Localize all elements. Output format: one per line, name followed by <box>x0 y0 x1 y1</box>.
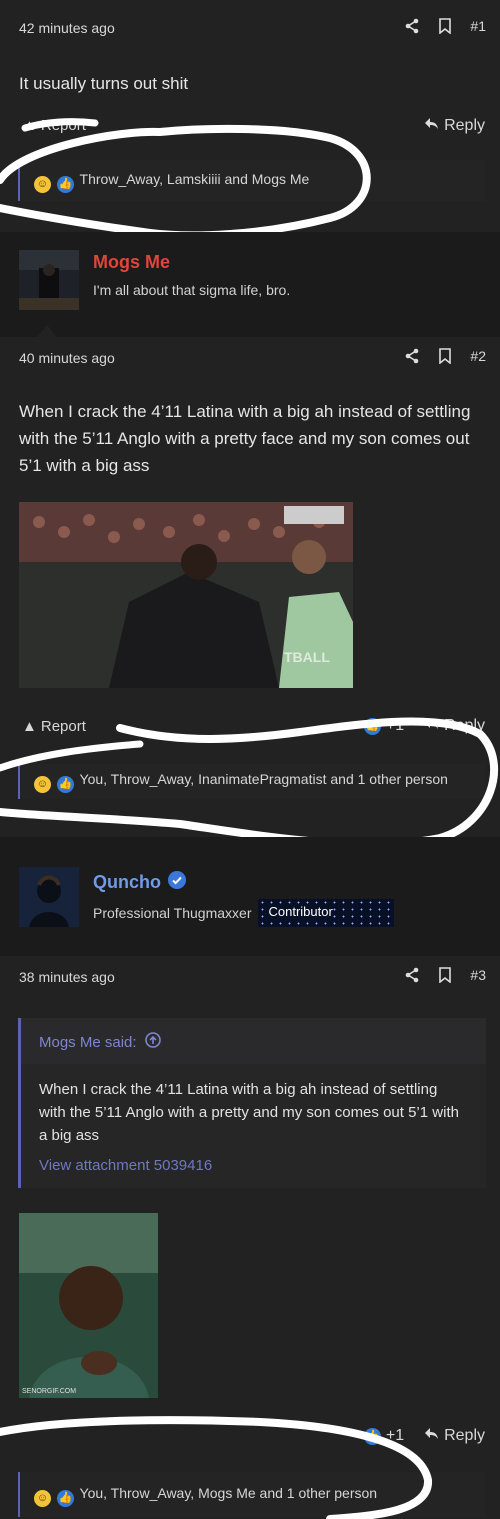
reactions-bar[interactable]: ☺ 👍 You, Throw_Away, InanimatePragmatist… <box>18 764 486 799</box>
like-icon: 👍 <box>56 176 74 193</box>
quote-block: Mogs Me said: When I crack the 4’11 Lati… <box>18 1018 486 1188</box>
report-label: Report <box>40 718 86 735</box>
arrow-up-icon[interactable] <box>144 1032 161 1052</box>
post-image-gif[interactable]: SENORGIF.COM <box>19 1213 158 1398</box>
reactions-bar[interactable]: ☺ 👍 You, Throw_Away, Mogs Me and 1 other… <box>18 1472 486 1517</box>
author-block-quncho: Quncho Professional Thugmaxxer Contribut… <box>0 837 500 956</box>
like-count[interactable]: 👍 +1 <box>363 1427 405 1445</box>
reply-button[interactable]: Reply <box>424 117 485 135</box>
share-icon[interactable] <box>404 18 420 34</box>
contributor-badge-label: Contributor <box>268 904 333 919</box>
contributor-badge: Contributor <box>258 899 395 927</box>
post-actions-bottom: 👍 +1 Reply <box>363 717 485 735</box>
reply-label: Reply <box>444 117 485 134</box>
reactions-list[interactable]: You, Throw_Away, InanimatePragmatist and… <box>80 771 448 787</box>
reply-button[interactable]: Reply <box>424 717 485 735</box>
post-actions: #3 <box>404 967 486 983</box>
bookmark-icon[interactable] <box>438 18 452 34</box>
author-title-text: Professional Thugmaxxer <box>93 905 252 921</box>
quote-header[interactable]: Mogs Me said: <box>21 1018 486 1064</box>
quote-body: When I crack the 4’11 Latina with a big … <box>39 1081 459 1144</box>
author-name[interactable]: Quncho <box>93 871 186 894</box>
author-title: Professional Thugmaxxer Contributor <box>93 899 395 927</box>
post-number[interactable]: #1 <box>470 18 486 34</box>
reply-label: Reply <box>444 1427 485 1444</box>
post-time[interactable]: 38 minutes ago <box>19 969 115 985</box>
gif-watermark: SENORGIF.COM <box>22 1388 76 1395</box>
avatar[interactable] <box>19 867 79 927</box>
post-body: It usually turns out shit <box>19 74 189 93</box>
share-icon[interactable] <box>404 967 420 983</box>
post-body: When I crack the 4’11 Latina with a big … <box>19 402 471 475</box>
reactions-bar[interactable]: ☺ 👍 Throw_Away, Lamskiiii and Mogs Me <box>18 160 486 201</box>
laugh-icon: ☺ <box>34 776 51 793</box>
reactions-list[interactable]: You, Throw_Away, Mogs Me and 1 other per… <box>80 1485 378 1501</box>
author-block-mogs-me: Mogs Me I'm all about that sigma life, b… <box>0 232 500 337</box>
post-image-gif[interactable]: TBALL <box>19 502 353 688</box>
plus-label: +1 <box>385 1427 405 1444</box>
author-name-text: Quncho <box>93 872 161 892</box>
report-link[interactable]: ▲ Report <box>22 117 86 134</box>
like-count[interactable]: 👍 +1 <box>363 717 405 735</box>
post-time[interactable]: 42 minutes ago <box>19 20 115 36</box>
plus-label: +1 <box>385 717 405 734</box>
post-1: 42 minutes ago #1 It usually turns out s… <box>0 0 500 232</box>
reply-button[interactable]: Reply <box>424 1427 485 1445</box>
post-2: 40 minutes ago #2 When I crack the 4’11 … <box>0 337 500 837</box>
post-number[interactable]: #3 <box>470 967 486 983</box>
view-attachment-link[interactable]: View attachment 5039416 <box>21 1157 486 1188</box>
verified-icon <box>168 871 186 894</box>
bookmark-icon[interactable] <box>438 348 452 364</box>
post-actions-bottom: Reply <box>424 117 485 135</box>
like-icon: 👍 <box>56 776 74 793</box>
share-icon[interactable] <box>404 348 420 364</box>
avatar[interactable] <box>19 250 79 310</box>
post-actions: #2 <box>404 348 486 364</box>
author-title: I'm all about that sigma life, bro. <box>93 282 291 298</box>
reply-icon <box>424 117 439 135</box>
bookmark-icon[interactable] <box>438 967 452 983</box>
image-jersey-text: TBALL <box>284 649 330 665</box>
post-time[interactable]: 40 minutes ago <box>19 350 115 366</box>
reply-icon <box>424 717 439 735</box>
report-icon: ▲ <box>22 718 37 735</box>
report-icon: ▲ <box>22 117 37 134</box>
post-actions-bottom: 👍 +1 Reply <box>363 1427 485 1445</box>
report-label: Report <box>40 117 86 134</box>
author-name[interactable]: Mogs Me <box>93 252 170 273</box>
post-3: 38 minutes ago #3 Mogs Me said: When I c… <box>0 956 500 1519</box>
like-icon: 👍 <box>363 717 381 735</box>
reactions-list[interactable]: Throw_Away, Lamskiiii and Mogs Me <box>80 171 310 187</box>
like-icon: 👍 <box>56 1490 74 1507</box>
like-icon: 👍 <box>363 1427 381 1445</box>
post-actions: #1 <box>404 18 486 34</box>
post-number[interactable]: #2 <box>470 348 486 364</box>
laugh-icon: ☺ <box>34 1490 51 1507</box>
reply-icon <box>424 1427 439 1445</box>
reply-label: Reply <box>444 717 485 734</box>
quote-author[interactable]: Mogs Me said: <box>39 1034 137 1051</box>
laugh-icon: ☺ <box>34 176 51 193</box>
report-link[interactable]: ▲ Report <box>22 718 86 735</box>
